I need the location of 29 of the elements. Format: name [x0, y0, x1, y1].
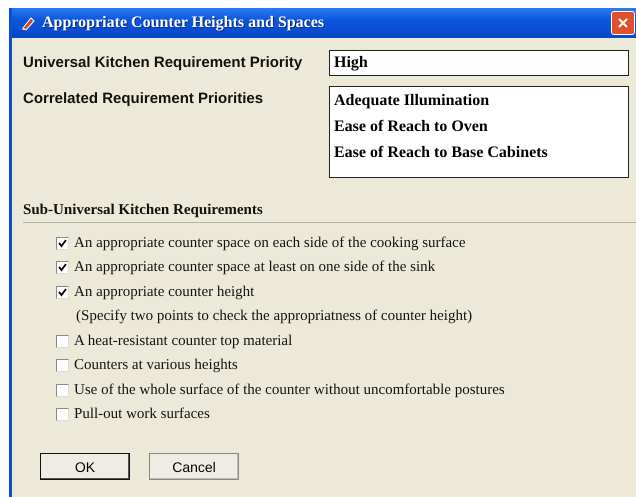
checkbox[interactable] — [56, 286, 69, 299]
checkbox[interactable] — [56, 408, 69, 422]
section-title: Sub-Universal Kitchen Requirements — [23, 202, 263, 219]
list-item: Adequate Illumination — [334, 91, 490, 111]
checkbox[interactable] — [56, 334, 69, 348]
checkbox[interactable] — [56, 236, 69, 250]
pencil-icon — [20, 15, 36, 31]
checkbox[interactable] — [56, 359, 69, 372]
list-item: Ease of Reach to Oven — [334, 117, 489, 137]
priorities-list[interactable]: Adequate Illumination Ease of Reach to Oven Ease of Reach to Base Cabinets — [329, 86, 629, 178]
note-text: (Specify two points to check the appropriatness of counter height) — [76, 308, 472, 326]
checkbox-label[interactable]: Counters at various heights — [74, 357, 238, 374]
close-button[interactable] — [611, 11, 635, 35]
checkbox-label[interactable]: An appropriate counter height — [74, 284, 254, 301]
checkbox-label[interactable]: A heat-resistant counter top material — [74, 332, 292, 350]
checkbox[interactable] — [56, 261, 69, 274]
checkbox-label[interactable]: Pull-out work surfaces — [74, 406, 210, 424]
close-icon — [617, 17, 629, 29]
list-item: Ease of Reach to Base Cabinets — [334, 143, 549, 163]
window-title: Appropriate Counter Heights and Spaces — [42, 14, 326, 32]
field-label: Universal Kitchen Requirement Priority — [23, 53, 304, 71]
cancel-button[interactable]: Cancel — [149, 453, 239, 480]
field-label: Correlated Requirement Priorities — [23, 89, 264, 107]
priority-field[interactable]: High — [329, 50, 629, 76]
ok-button[interactable]: OK — [40, 453, 130, 480]
checkbox-label[interactable]: An appropriate counter space on each side of the cooking surface — [74, 234, 466, 252]
checkbox-label[interactable]: Use of the whole surface of the counter without uncomfortable postures — [74, 382, 505, 399]
checkbox[interactable] — [56, 384, 69, 397]
checkbox-label[interactable]: An appropriate counter space at least on one side of the sink — [74, 259, 436, 276]
